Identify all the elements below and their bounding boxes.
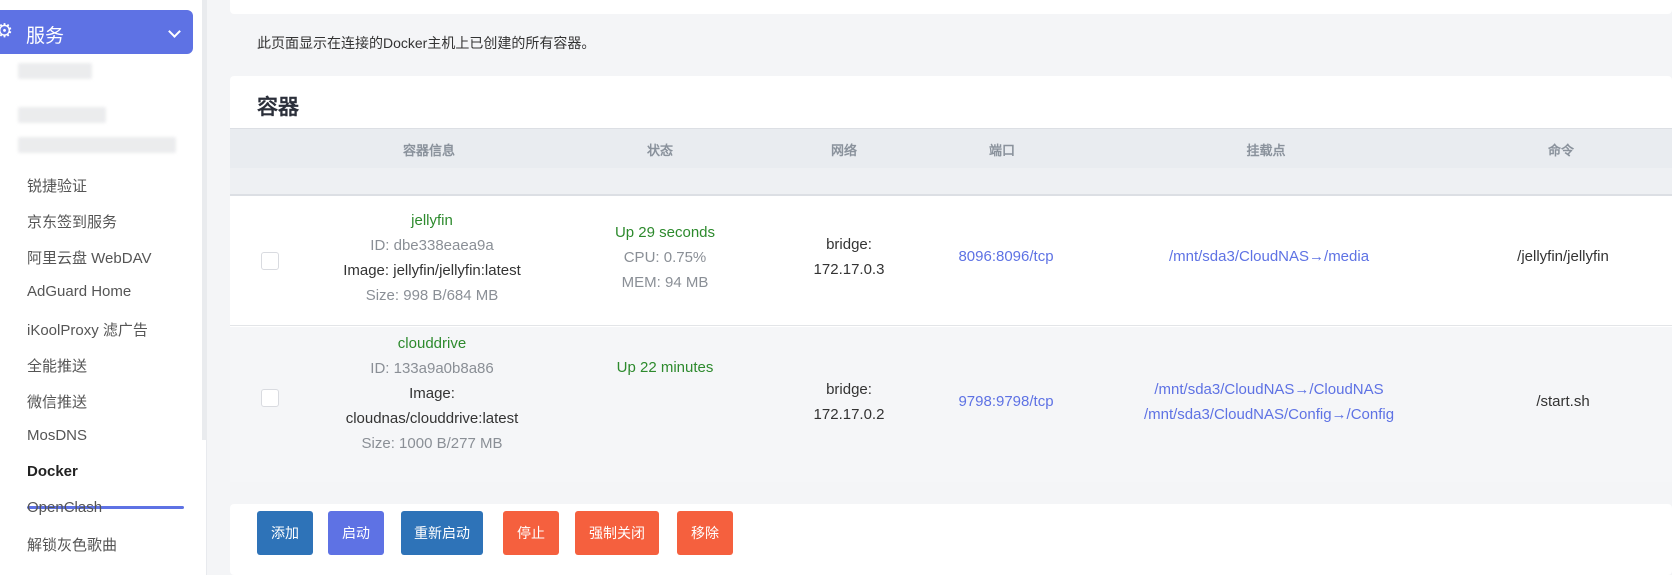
sidebar-item-push[interactable]: 全能推送	[27, 355, 87, 376]
status-cell: Up 29 seconds CPU: 0.75% MEM: 94 MB	[615, 220, 715, 295]
sidebar-item-adguard[interactable]: AdGuard Home	[27, 283, 131, 300]
row-checkbox[interactable]	[261, 252, 279, 270]
sidebar-item-docker[interactable]: Docker	[27, 463, 78, 480]
remove-button[interactable]: 移除	[677, 511, 733, 555]
network-ip: 172.17.0.2	[813, 406, 885, 423]
blurred-menu-item[interactable]	[18, 107, 106, 123]
blurred-menu-item[interactable]	[18, 63, 92, 79]
page-description: 此页面显示在连接的Docker主机上已创建的所有容器。	[257, 35, 596, 51]
sidebar-item-ruijie[interactable]: 锐捷验证	[27, 175, 87, 196]
container-image: cloudnas/clouddrive:latest	[345, 410, 519, 427]
sidebar-item-unblock-music[interactable]: 解锁灰色歌曲	[27, 534, 117, 555]
container-size: Size: 998 B/684 MB	[365, 287, 499, 304]
container-info-cell: clouddrive ID: 133a9a0b8a86 Image: cloud…	[346, 331, 519, 456]
add-button[interactable]: 添加	[257, 511, 313, 555]
command-cell: /jellyfin/jellyfin	[1517, 244, 1609, 269]
sidebar-item-jd-signin[interactable]: 京东签到服务	[27, 211, 117, 232]
container-info-cell: jellyfin ID: dbe338eaea9a Image: jellyfi…	[343, 208, 521, 308]
header-status: 状态	[646, 143, 674, 158]
network-ip: 172.17.0.3	[813, 261, 885, 278]
sidebar-item-wechat-push[interactable]: 微信推送	[27, 391, 87, 412]
header-command: 命令	[1547, 143, 1575, 158]
sidebar-item-mosdns[interactable]: MosDNS	[27, 427, 87, 444]
command-cell: /start.sh	[1536, 389, 1589, 414]
header-network: 网络	[830, 143, 858, 158]
container-cpu: CPU: 0.75%	[623, 249, 707, 266]
blurred-menu-item[interactable]	[18, 137, 176, 153]
container-status: Up 22 minutes	[616, 359, 714, 376]
container-command: /start.sh	[1536, 393, 1590, 410]
mounts-cell: /mnt/sda3/CloudNAS→/media	[1169, 244, 1369, 269]
sidebar-scrollbar[interactable]	[202, 0, 207, 440]
ports-cell: 9798:9798/tcp	[958, 389, 1053, 414]
mount-link[interactable]: /mnt/sda3/CloudNAS→/CloudNAS	[1154, 381, 1383, 398]
restart-button[interactable]: 重新启动	[401, 511, 483, 555]
ports-cell: 8096:8096/tcp	[958, 244, 1053, 269]
network-label: bridge:	[826, 381, 872, 398]
status-cell: Up 22 minutes	[617, 355, 714, 380]
chevron-down-icon[interactable]	[168, 25, 181, 38]
containers-card: 容器 容器信息 状态 网络 端口 挂载点 命令 jellyfin ID: dbe…	[230, 76, 1672, 482]
header-container-info: 容器信息	[402, 143, 456, 158]
network-cell: bridge: 172.17.0.2	[814, 377, 885, 427]
network-label: bridge:	[826, 236, 872, 253]
sidebar-item-openclash[interactable]: OpenClash	[27, 499, 102, 516]
table-header: 容器信息 状态 网络 端口 挂载点 命令	[230, 128, 1672, 168]
table-row: jellyfin ID: dbe338eaea9a Image: jellyfi…	[230, 196, 1672, 326]
table-row: clouddrive ID: 133a9a0b8a86 Image: cloud…	[230, 327, 1672, 482]
container-name: jellyfin	[411, 212, 453, 229]
container-image-label: Image:	[409, 385, 455, 402]
container-command: /jellyfin/jellyfin	[1517, 248, 1609, 265]
container-mem: MEM: 94 MB	[621, 274, 709, 291]
services-menu-header[interactable]: ⚙ 服务	[0, 10, 193, 54]
container-image: Image: jellyfin/jellyfin:latest	[343, 262, 521, 279]
row-checkbox[interactable]	[261, 389, 279, 407]
stop-button[interactable]: 停止	[503, 511, 559, 555]
header-ports: 端口	[988, 143, 1016, 158]
container-id: ID: dbe338eaea9a	[370, 237, 494, 254]
top-card	[230, 0, 1672, 14]
port-link[interactable]: 9798:9798/tcp	[958, 393, 1053, 410]
container-size: Size: 1000 B/277 MB	[361, 435, 503, 452]
actions-card: 添加 启动 重新启动 停止 强制关闭 移除	[230, 504, 1672, 575]
container-id: ID: 133a9a0b8a86	[370, 360, 494, 377]
sidebar: ⚙ 服务 锐捷验证 京东签到服务 阿里云盘 WebDAV AdGuard Hom…	[0, 0, 207, 575]
table-spacer-row	[230, 168, 1672, 196]
mount-link[interactable]: /mnt/sda3/CloudNAS→/media	[1169, 248, 1369, 265]
start-button[interactable]: 启动	[328, 511, 384, 555]
mount-link[interactable]: /mnt/sda3/CloudNAS/Config→/Config	[1144, 406, 1394, 423]
section-title: 容器	[257, 96, 299, 119]
mounts-cell: /mnt/sda3/CloudNAS→/CloudNAS /mnt/sda3/C…	[1144, 377, 1394, 427]
port-link[interactable]: 8096:8096/tcp	[958, 248, 1053, 265]
container-status: Up 29 seconds	[614, 224, 716, 241]
force-kill-button[interactable]: 强制关闭	[575, 511, 659, 555]
container-name: clouddrive	[397, 335, 467, 352]
sidebar-item-aliyun-webdav[interactable]: 阿里云盘 WebDAV	[27, 247, 151, 268]
sidebar-item-ikoolproxy[interactable]: iKoolProxy 滤广告	[27, 319, 148, 340]
header-mounts: 挂载点	[1246, 143, 1286, 158]
services-menu-label: 服务	[26, 26, 65, 47]
gear-icon: ⚙	[0, 21, 14, 42]
network-cell: bridge: 172.17.0.3	[814, 232, 885, 282]
